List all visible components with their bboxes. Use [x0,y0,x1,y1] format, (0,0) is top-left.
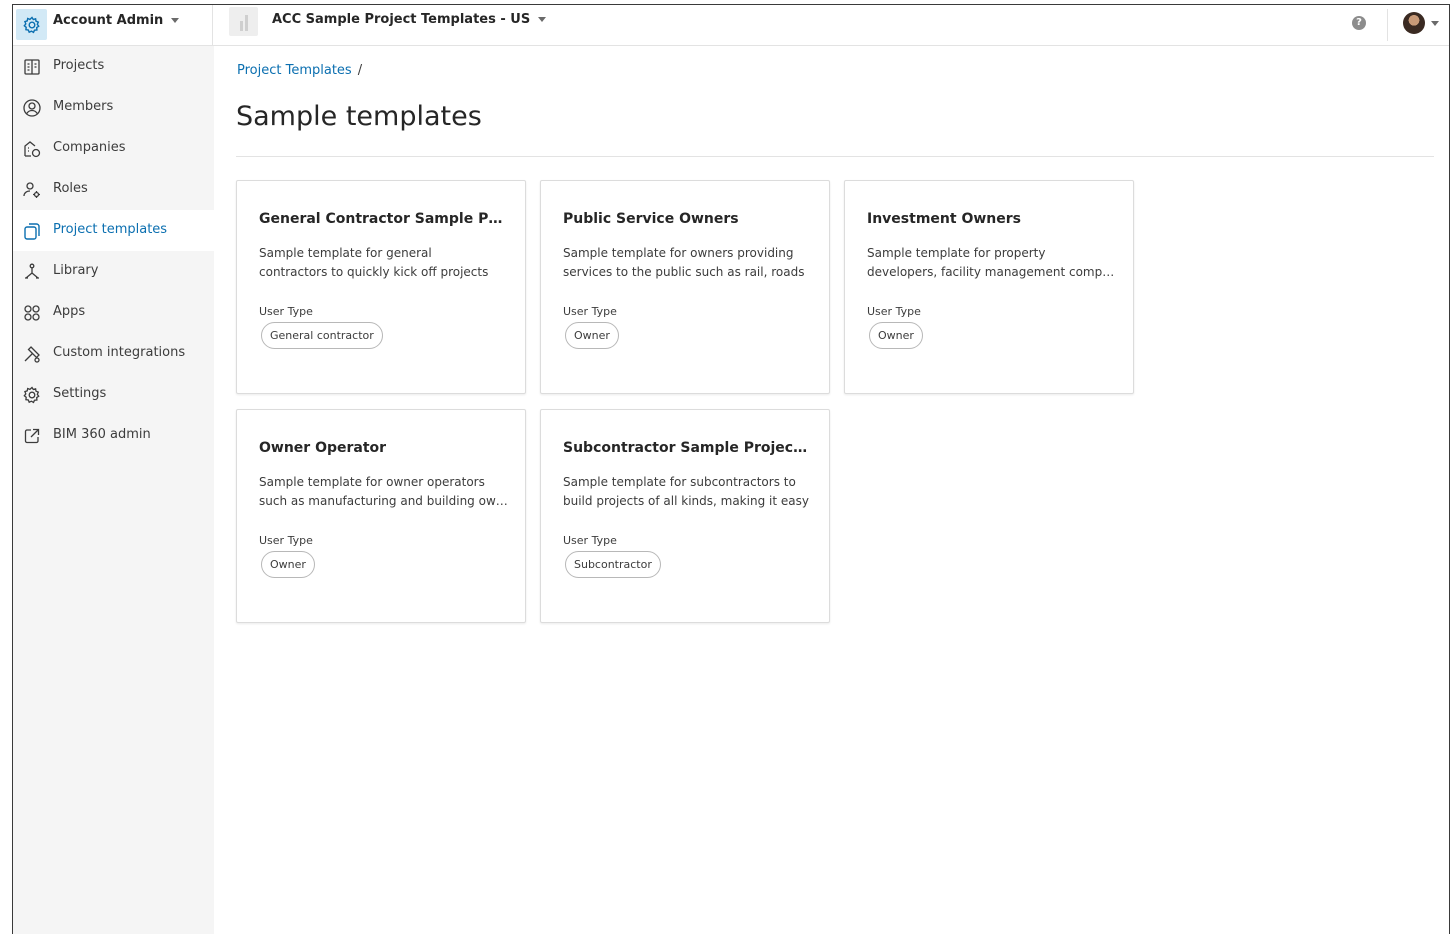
sidebar-item-label: Settings [53,386,107,401]
sidebar-item-label: Members [53,99,114,114]
external-link-icon [24,428,40,444]
library-icon [25,263,39,279]
breadcrumb-link-project-templates[interactable]: Project Templates [237,63,352,78]
sidebar-item-projects[interactable]: Projects [13,46,214,87]
user-type-badge: Owner [869,322,923,349]
sidebar-item-companies[interactable]: Companies [13,128,214,169]
sidebar-item-label: Apps [53,304,86,319]
user-type-badge: General contractor [261,322,383,349]
divider [1387,9,1388,41]
template-card[interactable]: Public Service Owners Sample template fo… [540,180,830,394]
sidebar-item-label: BIM 360 admin [53,427,151,442]
template-card[interactable]: Subcontractor Sample Project Template Sa… [540,409,830,623]
card-description: Sample template for owner operators such … [259,475,509,508]
companies-icon [24,141,41,158]
sidebar-item-label: Custom integrations [53,345,186,360]
user-type-label: User Type [867,305,921,318]
sidebar-item-apps[interactable]: Apps [13,292,214,333]
user-type-label: User Type [259,534,313,547]
card-description: Sample template for general contractors t… [259,246,489,279]
breadcrumb-separator: / [357,63,363,78]
app-title[interactable]: Account Admin [53,13,180,28]
card-description: Sample template for subcontractors to bui… [563,475,809,508]
template-card[interactable]: Investment Owners Sample template for pr… [844,180,1134,394]
roles-icon [23,182,40,198]
sidebar-item-bim360-admin[interactable]: BIM 360 admin [13,415,214,456]
sidebar-item-label: Roles [53,181,88,196]
sidebar-item-label: Projects [53,58,105,73]
top-bar: Account Admin ACC Sample Project Templat… [13,5,1449,46]
template-card[interactable]: Owner Operator Sample template for owner… [236,409,526,623]
avatar[interactable] [1403,12,1425,34]
apps-icon [24,305,40,321]
sidebar: Projects Members Companies Roles Project… [13,46,214,934]
user-type-badge: Subcontractor [565,551,661,578]
project-thumbnail [229,7,258,36]
sidebar-item-library[interactable]: Library [13,251,214,292]
sidebar-item-settings[interactable]: Settings [13,374,214,415]
sidebar-item-label: Companies [53,140,126,155]
sidebar-item-label: Project templates [53,222,168,237]
app-switcher[interactable]: Account Admin [13,5,213,45]
integrations-icon [24,346,40,363]
user-type-label: User Type [563,534,617,547]
card-description: Sample template for owners providing serv… [563,246,805,279]
divider [236,156,1434,157]
building-icon [24,59,40,75]
sidebar-item-roles[interactable]: Roles [13,169,214,210]
help-icon[interactable]: ? [1352,16,1366,30]
user-type-label: User Type [259,305,313,318]
template-icon [24,223,40,240]
chevron-down-icon[interactable] [1431,21,1439,26]
breadcrumb: Project Templates / [237,63,362,78]
gear-icon [16,9,47,40]
user-type-badge: Owner [565,322,619,349]
card-description: Sample template for property developers, … [867,246,1117,279]
card-title: Investment Owners [867,211,1021,227]
card-title: Public Service Owners [563,211,739,227]
chevron-down-icon [171,18,180,23]
card-title: Subcontractor Sample Project Template [563,440,813,456]
page-title: Sample templates [236,101,482,132]
sidebar-item-project-templates[interactable]: Project templates [13,210,214,251]
app-window: Account Admin ACC Sample Project Templat… [12,4,1450,934]
template-card[interactable]: General Contractor Sample Project Templa… [236,180,526,394]
gear-icon [23,386,40,404]
project-selector[interactable]: ACC Sample Project Templates - US [272,12,547,27]
sidebar-item-members[interactable]: Members [13,87,214,128]
chevron-down-icon [538,17,547,22]
sidebar-item-label: Library [53,263,99,278]
card-title: General Contractor Sample Project Templa… [259,211,509,227]
user-type-label: User Type [563,305,617,318]
main-content: Project Templates / Sample templates Gene… [214,46,1449,934]
person-icon [23,99,41,117]
sidebar-item-custom-integrations[interactable]: Custom integrations [13,333,214,374]
card-title: Owner Operator [259,440,387,456]
user-type-badge: Owner [261,551,315,578]
